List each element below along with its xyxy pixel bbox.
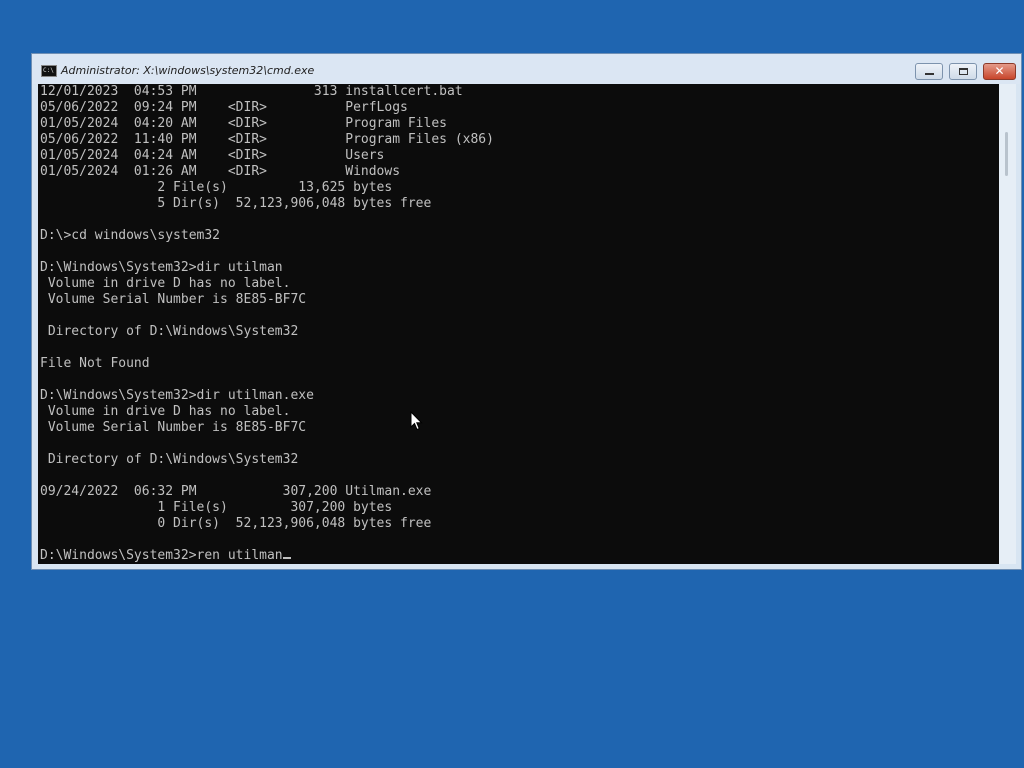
cmd-icon: C:\ [41,65,57,77]
console-line: 1 File(s) 307,200 bytes [40,500,393,515]
console-line: 01/05/2024 04:20 AM <DIR> Program Files [40,116,447,131]
scrollbar-thumb[interactable] [1005,132,1008,176]
console-line: 2 File(s) 13,625 bytes [40,180,393,195]
close-icon: ✕ [994,64,1005,78]
console-line: Volume in drive D has no label. [40,276,291,291]
console-line: D:\Windows\System32>dir utilman [40,260,283,275]
console-line: D:\Windows\System32>ren utilman [40,548,494,564]
text-cursor [282,557,291,559]
console-line: D:\Windows\System32>dir utilman.exe [40,388,314,403]
console-line: Volume in drive D has no label. [40,404,291,419]
console-text: 12/01/2023 04:53 PM 313 installcert.bat 0… [40,84,494,564]
mouse-pointer-icon [410,411,423,431]
minimize-icon [925,73,934,75]
cmd-window[interactable]: C:\ Administrator: X:\windows\system32\c… [31,53,1022,570]
console-line: 12/01/2023 04:53 PM 313 installcert.bat [40,84,463,99]
console-line: 01/05/2024 01:26 AM <DIR> Windows [40,164,401,179]
console-output[interactable]: 12/01/2023 04:53 PM 313 installcert.bat 0… [38,84,999,564]
console-line: D:\>cd windows\system32 [40,228,221,243]
console-line: Directory of D:\Windows\System32 [40,324,299,339]
console-line: File Not Found [40,356,150,371]
desktop: C:\ Administrator: X:\windows\system32\c… [0,0,1024,768]
console-line: 0 Dir(s) 52,123,906,048 bytes free [40,516,432,531]
close-button[interactable]: ✕ [983,63,1016,80]
console-line: 05/06/2022 09:24 PM <DIR> PerfLogs [40,100,408,115]
window-title: Administrator: X:\windows\system32\cmd.e… [61,64,315,77]
maximize-button[interactable] [949,63,977,80]
console-line: 01/05/2024 04:24 AM <DIR> Users [40,148,385,163]
minimize-button[interactable] [915,63,943,80]
console-line: Directory of D:\Windows\System32 [40,452,299,467]
vertical-scrollbar[interactable] [999,84,1016,564]
console-line: Volume Serial Number is 8E85-BF7C [40,420,307,435]
console-line: 05/06/2022 11:40 PM <DIR> Program Files … [40,132,494,147]
title-bar[interactable]: C:\ Administrator: X:\windows\system32\c… [32,54,1021,84]
console-line: Volume Serial Number is 8E85-BF7C [40,292,307,307]
maximize-icon [959,68,968,75]
console-line: 5 Dir(s) 52,123,906,048 bytes free [40,196,432,211]
console-line: 09/24/2022 06:32 PM 307,200 Utilman.exe [40,484,432,499]
